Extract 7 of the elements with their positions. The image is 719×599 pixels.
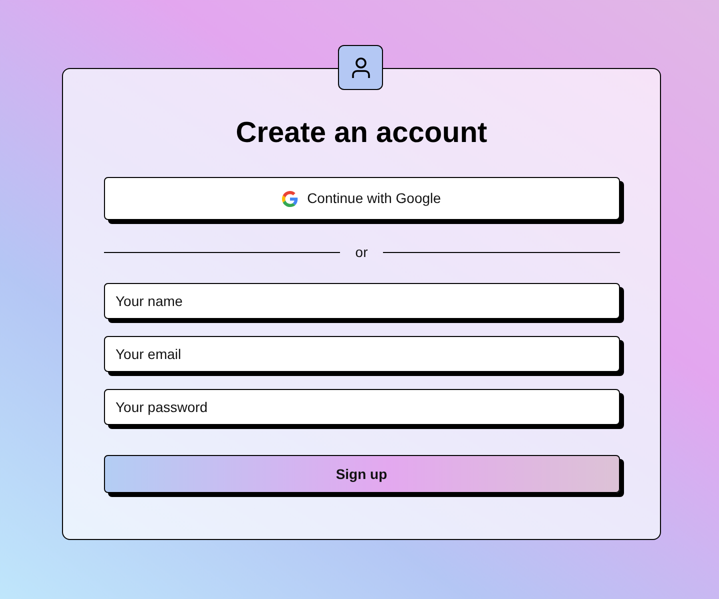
user-icon — [350, 56, 370, 78]
input-field[interactable]: Your email — [104, 336, 620, 372]
google-icon — [282, 190, 298, 206]
divider-label: or — [354, 243, 369, 262]
input-field[interactable]: Your password — [104, 389, 620, 425]
input-field[interactable]: Your name — [104, 283, 620, 319]
form-title: Create an account — [236, 116, 488, 151]
